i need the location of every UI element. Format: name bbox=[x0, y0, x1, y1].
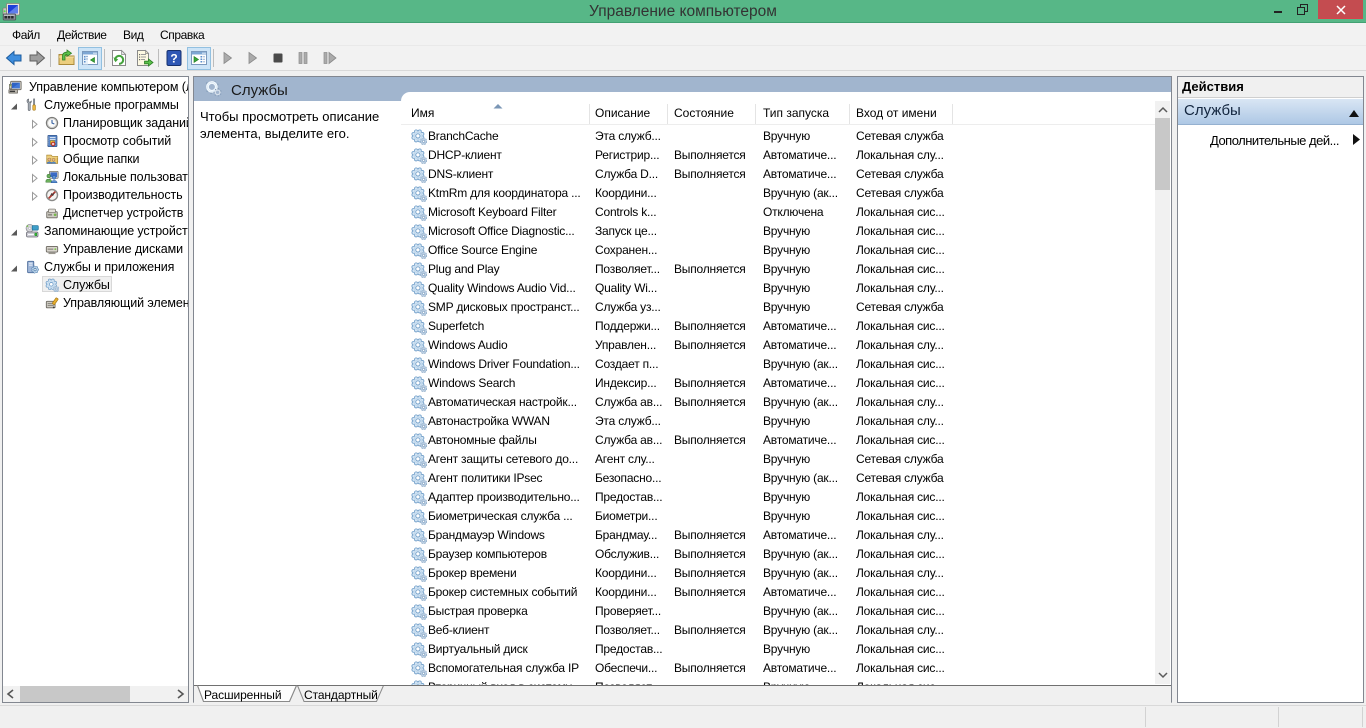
svg-text:?: ? bbox=[170, 52, 177, 66]
